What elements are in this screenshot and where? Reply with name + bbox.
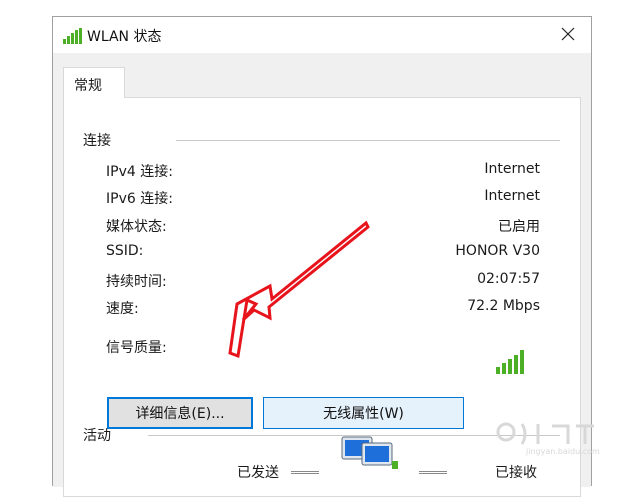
signal-quality-label: 信号质量: [106, 340, 167, 356]
ssid-label: SSID: [106, 243, 144, 259]
connection-divider [176, 140, 560, 141]
signal-bar-2 [502, 363, 506, 374]
media-state-label: 媒体状态: [106, 219, 167, 235]
connection-group-title: 连接 [83, 133, 111, 149]
signal-bar-1 [496, 367, 500, 374]
svg-text:jingyan.baidu.com: jingyan.baidu.com [525, 447, 600, 456]
baidu-watermark: jingyan.baidu.com [496, 422, 600, 456]
sent-label: 已发送 [237, 465, 279, 481]
duration-label: 持续时间: [106, 274, 167, 290]
duration-value: 02:07:57 [477, 271, 540, 287]
signal-strength-icon [496, 350, 524, 374]
media-state-value: 已启用 [498, 219, 540, 235]
sent-indicator [291, 471, 319, 474]
ipv6-value: Internet [484, 188, 540, 204]
ssid-value: HONOR V30 [455, 243, 540, 259]
ipv4-label: IPv4 连接: [106, 164, 173, 180]
tab-general[interactable]: 常规 [63, 67, 125, 98]
ipv6-label: IPv6 连接: [106, 191, 173, 207]
window-title: WLAN 状态 [87, 29, 162, 45]
signal-bar-3 [508, 359, 512, 374]
title-bar[interactable]: WLAN 状态 [53, 17, 591, 53]
wifi-signal-icon [63, 28, 82, 44]
network-computers-icon [341, 436, 398, 469]
close-icon [561, 27, 575, 41]
activity-group-title: 活动 [83, 428, 111, 444]
close-button[interactable] [545, 17, 591, 51]
speed-value: 72.2 Mbps [467, 298, 540, 314]
signal-bar-5 [520, 350, 524, 374]
speed-label: 速度: [106, 301, 139, 317]
ipv4-value: Internet [484, 161, 540, 177]
received-label: 已接收 [495, 465, 537, 481]
signal-bar-4 [514, 355, 518, 374]
wireless-properties-button[interactable]: 无线属性(W) [263, 397, 464, 429]
details-button[interactable]: 详细信息(E)... [107, 397, 253, 429]
received-indicator [419, 471, 447, 474]
